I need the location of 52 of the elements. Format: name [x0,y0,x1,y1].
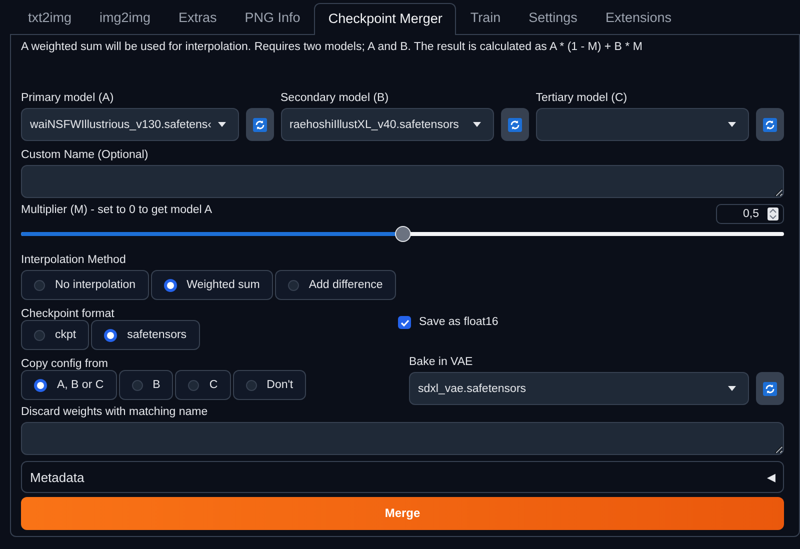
radio-option[interactable]: A, B or C [21,370,117,400]
checkbox[interactable] [398,316,411,330]
tab[interactable]: Extras [164,2,231,34]
field-label: Secondary model (B) [280,92,390,104]
description-text: A weighted sum will be used for interpolation. Requires two models; A and B. The result is calculated as A * (1 - M) + B * M [21,41,644,53]
vae-dropdown[interactable]: sdxl_vae.safetensors [409,372,749,406]
field-label: Discard weights with matching name [21,406,209,418]
discard-weights-field[interactable] [21,422,784,456]
tab[interactable]: img2img [86,2,165,34]
refresh-button[interactable] [246,108,274,141]
field-label: Custom Name (Optional) [21,149,150,161]
tab[interactable]: PNG Info [230,2,314,34]
custom-name-field[interactable] [21,165,784,198]
multiplier-slider[interactable] [21,226,784,242]
field-label: Interpolation Method [21,254,127,266]
refresh-button[interactable] [500,108,529,141]
tab[interactable]: Settings [514,2,592,34]
radio-option[interactable]: Add difference [274,270,396,300]
refresh-icon [763,118,777,132]
spinner-icon [767,207,779,222]
checkbox-label: Save as float16 [419,316,498,328]
tab[interactable]: Checkpoint Merger [314,3,456,35]
refresh-button[interactable] [756,372,784,406]
metadata-accordion[interactable]: Metadata ◀ [21,461,784,493]
radio-option[interactable]: C [175,370,231,400]
refresh-button[interactable] [756,108,784,141]
slider-thumb[interactable] [394,226,410,242]
field-label: Checkpoint format [21,308,114,320]
number-field[interactable]: 0,5 [716,204,784,224]
tab[interactable]: Train [456,2,515,34]
refresh-icon [252,118,267,132]
field-label: Primary model (A) [21,92,115,104]
refresh-icon [508,118,522,132]
field-label: Tertiary model (C) [536,92,628,104]
model-dropdown[interactable]: raehoshiIllustXL_v40.safetensors [280,108,494,141]
model-dropdown[interactable]: waiNSFWIllustrious_v130.safetens‹ [21,108,239,141]
refresh-icon [763,382,777,396]
radio-option[interactable]: Don't [232,370,306,400]
caret-icon [728,122,736,127]
field-label: Multiplier (M) - set to 0 to get model A [21,204,212,216]
radio-option[interactable]: B [118,370,174,400]
tab[interactable]: txt2img [14,2,86,34]
radio-option[interactable]: Weighted sum [150,270,273,300]
radio-option[interactable]: ckpt [21,320,90,350]
caret-icon [218,122,226,127]
field-label: Bake in VAE [409,356,474,368]
tab[interactable]: Extensions [591,2,686,34]
field-label: Copy config from [21,358,108,370]
radio-option[interactable]: safetensors [91,320,200,350]
radio-option[interactable]: No interpolation [21,270,149,300]
caret-icon [472,122,481,127]
caret-icon [728,386,736,392]
